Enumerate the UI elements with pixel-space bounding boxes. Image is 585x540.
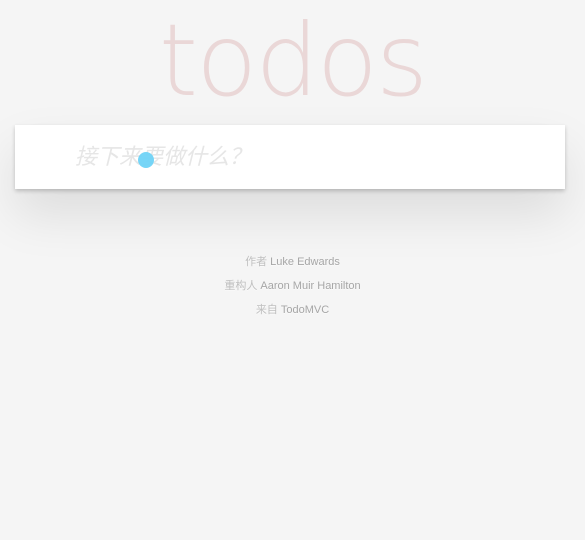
todo-input-panel	[15, 125, 565, 189]
refactor-prefix: 重构人	[224, 280, 258, 292]
todo-app: todos 作者 Luke Edwards 重构人 Aaron Muir Ham…	[0, 0, 585, 540]
refactor-link[interactable]: Aaron Muir Hamilton	[260, 280, 360, 292]
source-line: 来自 TodoMVC	[0, 298, 585, 322]
source-link[interactable]: TodoMVC	[281, 304, 329, 316]
author-link[interactable]: Luke Edwards	[270, 256, 340, 268]
new-todo-input[interactable]	[15, 125, 565, 189]
page-title: todos	[158, 2, 428, 119]
footer-info: 作者 Luke Edwards 重构人 Aaron Muir Hamilton …	[0, 250, 585, 322]
author-prefix: 作者	[245, 256, 268, 268]
refactor-line: 重构人 Aaron Muir Hamilton	[0, 274, 585, 298]
cursor-indicator-icon	[138, 152, 154, 168]
author-line: 作者 Luke Edwards	[0, 250, 585, 274]
source-prefix: 来自	[255, 304, 278, 316]
